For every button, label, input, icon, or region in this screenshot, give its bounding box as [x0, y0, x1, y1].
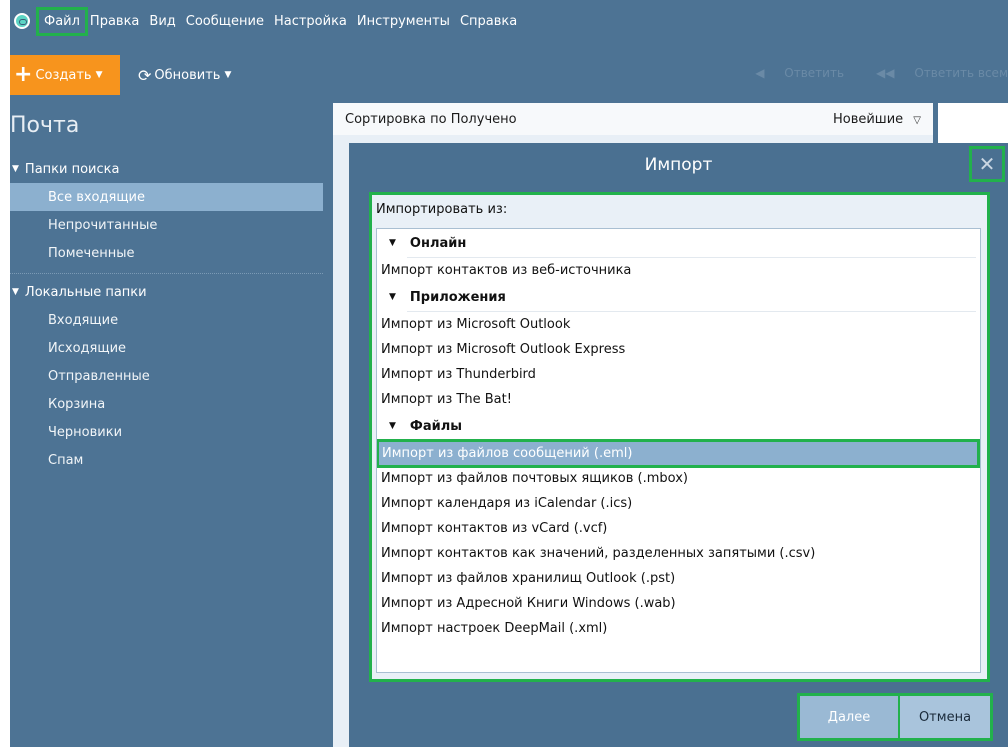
sidebar-group-search[interactable]: ▼ Папки поиска — [10, 155, 323, 183]
list-item[interactable]: Импорт контактов из vCard (.vcf) — [377, 516, 980, 541]
reply-button[interactable]: ◀ Ответить — [739, 66, 844, 80]
sidebar-item-spam[interactable]: Спам — [10, 446, 323, 474]
category-label: Онлайн — [409, 235, 467, 251]
sort-label[interactable]: Сортировка по Получено — [345, 112, 517, 127]
sidebar-item-unread[interactable]: Непрочитанные — [10, 211, 323, 239]
toolbar: + Создать ▼ ⟳ Обновить ▼ ◀ Ответить ◀◀ О… — [10, 55, 1008, 95]
sidebar-item-inbox[interactable]: Входящие — [10, 306, 323, 334]
dialog-footer: Далее Отмена — [349, 687, 1008, 747]
sidebar-group-local[interactable]: ▼ Локальные папки — [10, 278, 323, 306]
category-label: Файлы — [409, 418, 462, 434]
reply-icon: ◀ — [755, 66, 765, 80]
sort-order-dropdown[interactable]: Новейшие ▽ — [833, 112, 921, 127]
list-item[interactable]: Импорт календаря из iCalendar (.ics) — [377, 491, 980, 516]
triangle-down-icon: ▼ — [12, 287, 19, 297]
sidebar-item-sent[interactable]: Отправленные — [10, 362, 323, 390]
caret-down-icon: ▼ — [224, 70, 232, 80]
sort-bar: Сортировка по Получено Новейшие ▽ — [333, 103, 933, 135]
sidebar-item-flagged[interactable]: Помеченные — [10, 239, 323, 267]
menu-tools[interactable]: Инструменты — [353, 11, 454, 32]
import-dialog: Импорт ✕ Импортировать из: ▼ Онлайн Импо… — [349, 143, 1008, 747]
sidebar-item-drafts[interactable]: Черновики — [10, 418, 323, 446]
list-item[interactable]: Импорт из Microsoft Outlook Express — [377, 337, 980, 362]
sidebar-group-label: Папки поиска — [24, 161, 120, 177]
reply-label: Ответить — [784, 66, 845, 80]
list-item[interactable]: Импорт контактов как значений, разделенн… — [377, 541, 980, 566]
sidebar-item-outbox[interactable]: Исходящие — [10, 334, 323, 362]
refresh-icon: ⟳ — [138, 65, 152, 85]
list-item[interactable]: Импорт из The Bat! — [377, 387, 980, 412]
list-item[interactable]: Импорт настроек DeepMail (.xml) — [377, 616, 980, 641]
sidebar-group-label: Локальные папки — [24, 284, 147, 300]
menu-file[interactable]: Файл — [36, 6, 88, 36]
triangle-down-icon: ▼ — [12, 164, 19, 174]
reply-all-label: Ответить всем — [914, 66, 1008, 80]
menu-settings[interactable]: Настройка — [270, 11, 351, 32]
create-label: Создать — [35, 67, 92, 83]
triangle-down-icon: ▼ — [389, 421, 396, 431]
list-item-selected[interactable]: Импорт из файлов сообщений (.eml) — [377, 439, 980, 468]
refresh-button[interactable]: ⟳ Обновить ▼ — [138, 66, 231, 85]
dialog-buttons: Далее Отмена — [797, 693, 993, 741]
app-logo-icon — [14, 13, 30, 29]
list-item[interactable]: Импорт из файлов хранилищ Outlook (.pst) — [377, 566, 980, 591]
category-online[interactable]: ▼ Онлайн — [377, 229, 980, 257]
sidebar: Почта ▼ Папки поиска Все входящие Непроч… — [10, 103, 323, 747]
plus-icon: + — [14, 62, 33, 87]
list-item[interactable]: Импорт из Thunderbird — [377, 362, 980, 387]
list-item[interactable]: Импорт из файлов почтовых ящиков (.mbox) — [377, 466, 980, 491]
sidebar-item-all-inbox[interactable]: Все входящие — [10, 183, 323, 211]
menu-edit[interactable]: Правка — [86, 11, 143, 32]
reply-all-button[interactable]: ◀◀ Ответить всем — [860, 66, 1008, 80]
list-item[interactable]: Импорт контактов из веб-источника — [377, 258, 980, 283]
dialog-title: Импорт — [644, 155, 713, 175]
close-icon[interactable]: ✕ — [969, 146, 1005, 182]
list-item[interactable]: Импорт из Microsoft Outlook — [377, 312, 980, 337]
reply-all-icon: ◀◀ — [876, 66, 895, 80]
list-item[interactable]: Импорт из Адресной Книги Windows (.wab) — [377, 591, 980, 616]
import-source-list: ▼ Онлайн Импорт контактов из веб-источни… — [376, 228, 981, 673]
category-apps[interactable]: ▼ Приложения — [377, 283, 980, 311]
menu-view[interactable]: Вид — [145, 11, 179, 32]
sidebar-title: Почта — [10, 113, 80, 138]
cancel-button[interactable]: Отмена — [900, 696, 990, 738]
reply-group: ◀ Ответить ◀◀ Ответить всем — [723, 66, 1008, 80]
menu-message[interactable]: Сообщение — [182, 11, 268, 32]
sidebar-divider — [10, 273, 323, 274]
category-files[interactable]: ▼ Файлы — [377, 412, 980, 440]
import-panel: Импортировать из: ▼ Онлайн Импорт контак… — [369, 192, 990, 682]
menu-bar: Файл Правка Вид Сообщение Настройка Инст… — [10, 0, 1008, 42]
category-label: Приложения — [409, 289, 506, 305]
triangle-down-icon: ▼ — [389, 292, 396, 302]
refresh-label: Обновить — [154, 67, 221, 83]
sort-order-label: Новейшие — [832, 111, 904, 127]
chevron-down-icon: ▽ — [913, 114, 921, 126]
sidebar-item-trash[interactable]: Корзина — [10, 390, 323, 418]
import-from-label: Импортировать из: — [376, 201, 508, 217]
create-button[interactable]: + Создать ▼ — [10, 55, 120, 95]
next-button[interactable]: Далее — [800, 696, 900, 738]
triangle-down-icon: ▼ — [389, 238, 396, 248]
menu-help[interactable]: Справка — [456, 11, 521, 32]
caret-down-icon: ▼ — [95, 70, 103, 80]
